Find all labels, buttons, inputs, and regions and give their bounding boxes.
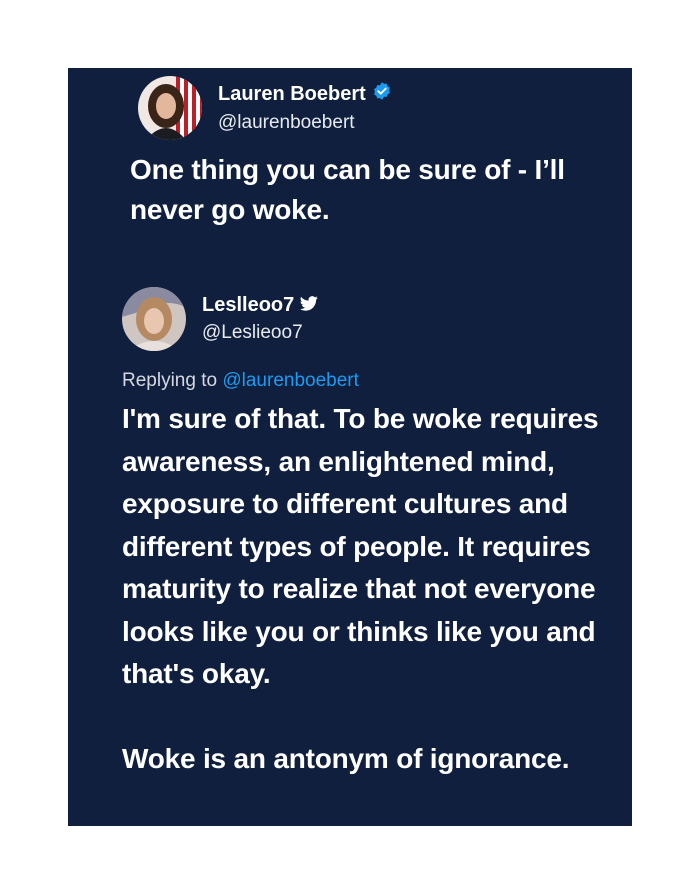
replying-to-line: Replying to @laurenboebert	[122, 368, 359, 394]
tweet2-paragraph2: Woke is an antonym of ignorance.	[122, 742, 570, 774]
verified-badge-icon	[372, 81, 392, 108]
replying-mention-link[interactable]: @laurenboebert	[222, 370, 359, 391]
tweet1-handle[interactable]: @laurenboebert	[218, 110, 392, 136]
tweet1-text: One thing you can be sure of - I’ll neve…	[130, 154, 565, 225]
twitter-bird-icon	[300, 292, 318, 318]
tweet2-paragraph1: I'm sure of that. To be woke requires aw…	[122, 403, 599, 689]
tweet1-header: Lauren Boebert @laurenboebert	[138, 76, 392, 140]
tweet1-user-info: Lauren Boebert @laurenboebert	[218, 81, 392, 136]
tweet2-handle[interactable]: @Leslieoo7	[202, 320, 318, 346]
tweet2-display-name[interactable]: Leslleoo7	[202, 292, 294, 318]
avatar-image	[122, 287, 186, 351]
tweet2-name-row: Leslleoo7	[202, 292, 318, 318]
tweet2-user-info: Leslleoo7 @Leslieoo7	[202, 292, 318, 346]
tweet2-header: Leslleoo7 @Leslieoo7	[122, 284, 318, 354]
tweet-card: Lauren Boebert @laurenboebert One thing …	[68, 68, 632, 826]
tweet2-text: I'm sure of that. To be woke requires aw…	[122, 398, 622, 780]
tweet1-display-name[interactable]: Lauren Boebert	[218, 81, 366, 107]
avatar-image	[138, 76, 202, 140]
replying-prefix: Replying to	[122, 370, 223, 391]
tweet1-name-row: Lauren Boebert	[218, 81, 392, 108]
avatar-lauren-boebert[interactable]	[138, 76, 202, 140]
avatar-leslleoo7[interactable]	[122, 287, 186, 351]
